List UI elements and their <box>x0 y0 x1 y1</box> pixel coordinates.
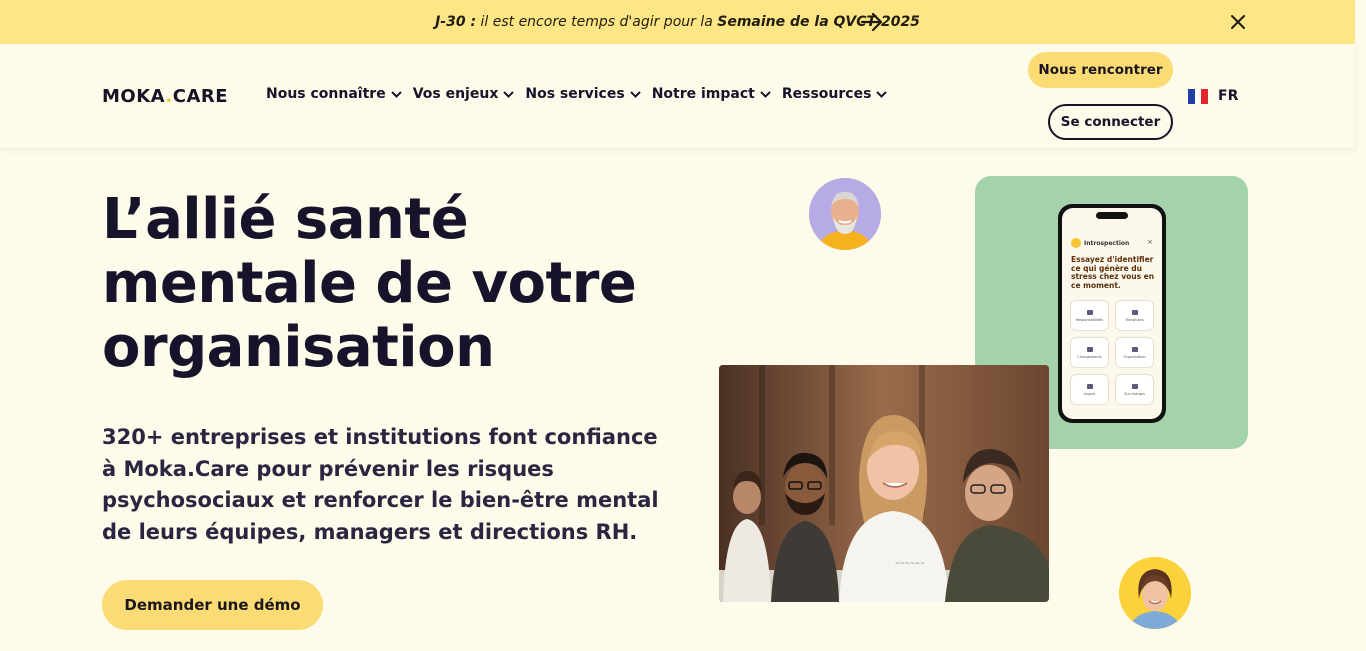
main-nav: Nous connaître Vos enjeux Nos services N… <box>266 86 898 102</box>
nav-item-notre-impact[interactable]: Notre impact <box>652 86 771 102</box>
meet-us-button[interactable]: Nous rencontrer <box>1028 52 1173 88</box>
option-icon <box>1131 346 1138 352</box>
logo-dot: . <box>165 86 173 107</box>
hero-title-line: L’allié santé <box>102 187 469 252</box>
app-logo-icon <box>1071 238 1081 248</box>
chevron-down-icon <box>629 90 641 98</box>
hero-title-line: organisation <box>102 315 495 380</box>
man-portrait-icon <box>809 178 881 250</box>
nav-item-label: Vos enjeux <box>412 86 499 102</box>
language-label: FR <box>1218 88 1239 104</box>
phone-option-tile: Organisation <box>1115 337 1154 368</box>
phone-option-tile: Changements <box>1070 337 1109 368</box>
nav-item-ressources[interactable]: Ressources <box>782 86 888 102</box>
hero-subtitle: 320+ entreprises et institutions font co… <box>102 425 659 544</box>
nav-item-nous-connaitre[interactable]: Nous connaître <box>266 86 402 102</box>
phone-question: Essayez d'identifier ce qui génère du st… <box>1071 255 1155 290</box>
announcement-prefix: J-30 : <box>435 14 477 30</box>
woman-portrait-icon <box>1119 557 1191 629</box>
phone-option-grid: Responsabilités Transitions Changements … <box>1070 300 1154 405</box>
team-photo: ~~~~~~ <box>719 365 1049 602</box>
phone-option-tile: Transitions <box>1115 300 1154 331</box>
announcement-bar[interactable]: J-30 : il est encore temps d'agir pour l… <box>0 0 1355 44</box>
option-icon <box>1086 346 1093 352</box>
phone-close-icon: × <box>1147 238 1153 246</box>
nav-item-label: Nous connaître <box>266 86 386 102</box>
option-icon <box>1131 309 1138 315</box>
nav-item-label: Nos services <box>525 86 625 102</box>
arrow-right-icon[interactable] <box>860 11 884 33</box>
announcement-highlight: Semaine de la QVCT 2025 <box>717 14 920 30</box>
nav-item-label: Notre impact <box>651 86 755 102</box>
french-flag-icon <box>1188 88 1209 104</box>
phone-mockup: Introspection × Essayez d'identifier ce … <box>1058 204 1166 423</box>
chevron-down-icon <box>876 90 888 98</box>
avatar-woman <box>1119 557 1191 629</box>
close-icon[interactable] <box>1229 13 1247 31</box>
logo-text-right: CARE <box>172 86 229 107</box>
hero-title-line: mentale de votre <box>102 251 637 316</box>
logo[interactable]: MOKA.CARE <box>102 86 228 107</box>
svg-text:~~~~~~: ~~~~~~ <box>895 560 925 567</box>
language-selector[interactable]: FR <box>1188 88 1238 104</box>
hero-title: L’allié santé mentale de votre organisat… <box>102 188 662 380</box>
phone-notch <box>1096 212 1128 219</box>
chevron-down-icon <box>503 90 515 98</box>
phone-option-label: Sur-charges <box>1124 391 1145 396</box>
phone-app-header: Introspection <box>1071 238 1129 248</box>
request-demo-button[interactable]: Demander une démo <box>102 580 323 630</box>
team-photo-illustration: ~~~~~~ <box>719 365 1049 602</box>
phone-option-label: Changements <box>1077 354 1102 359</box>
announcement-text[interactable]: J-30 : il est encore temps d'agir pour l… <box>435 14 920 30</box>
nav-item-nos-services[interactable]: Nos services <box>525 86 641 102</box>
login-button[interactable]: Se connecter <box>1048 104 1173 140</box>
phone-header-label: Introspection <box>1084 239 1130 247</box>
chevron-down-icon <box>760 90 771 98</box>
phone-option-label: Responsabilités <box>1075 317 1104 322</box>
option-icon <box>1131 383 1138 389</box>
nav-item-label: Ressources <box>781 86 872 102</box>
logo-text-left: MOKA <box>102 86 166 107</box>
announcement-body: il est encore temps d'agir pour la <box>476 14 718 30</box>
phone-option-label: Argent <box>1083 391 1096 396</box>
option-icon <box>1086 383 1093 389</box>
avatar-man <box>809 178 881 250</box>
phone-option-label: Transitions <box>1125 317 1144 322</box>
phone-screen: Introspection × Essayez d'identifier ce … <box>1062 208 1162 419</box>
phone-option-tile: Sur-charges <box>1115 374 1154 405</box>
phone-option-tile: Argent <box>1070 374 1109 405</box>
site-header: MOKA.CARE Nous connaître Vos enjeux Nos … <box>0 44 1355 148</box>
chevron-down-icon <box>390 90 402 98</box>
option-icon <box>1086 309 1093 315</box>
phone-option-tile: Responsabilités <box>1070 300 1109 331</box>
phone-option-label: Organisation <box>1123 354 1146 359</box>
nav-item-vos-enjeux[interactable]: Vos enjeux <box>413 86 515 102</box>
